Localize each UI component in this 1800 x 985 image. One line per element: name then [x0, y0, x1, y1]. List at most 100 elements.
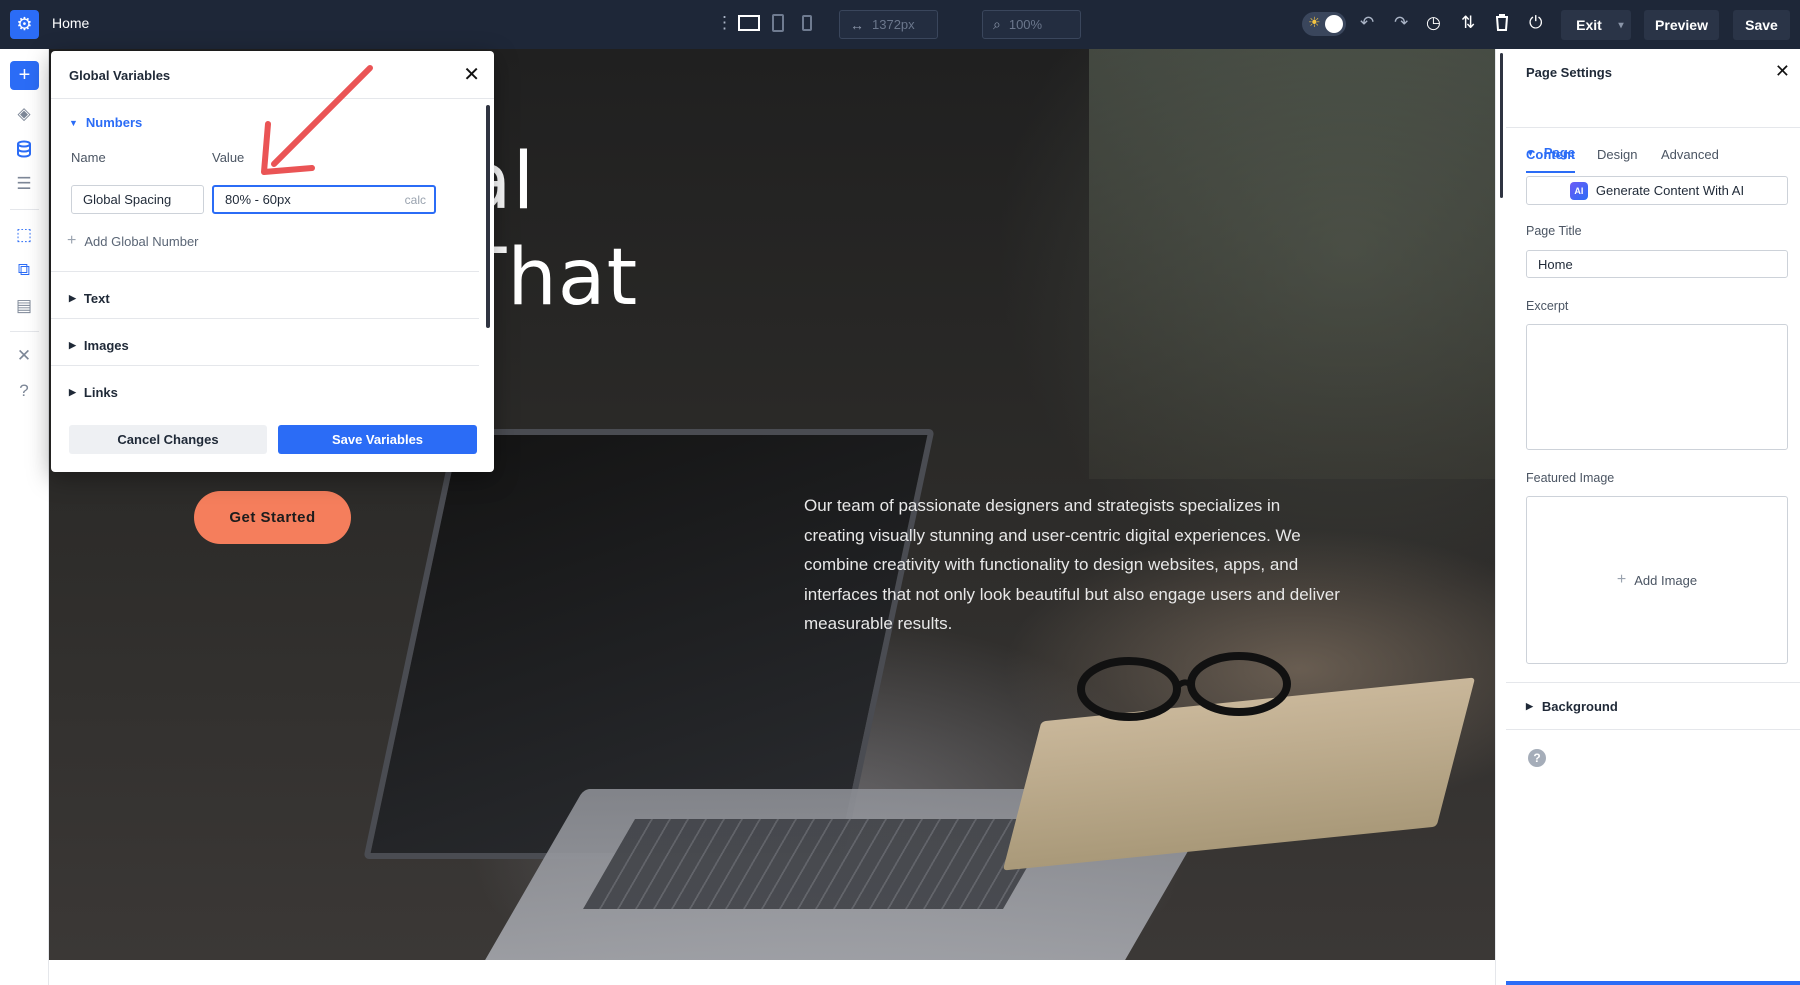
tabs-divider	[1506, 127, 1800, 128]
caret-right-icon: ▶	[69, 387, 76, 397]
add-element-button[interactable]: +	[10, 61, 39, 90]
excerpt-textarea[interactable]	[1526, 324, 1788, 450]
tab-design[interactable]: Design	[1597, 147, 1637, 173]
hero-description: Our team of passionate designers and str…	[804, 496, 1340, 633]
page-name: Home	[52, 15, 90, 31]
add-image-dropzone[interactable]: + Add Image	[1526, 496, 1788, 664]
canvas-width-value: 1372px	[872, 17, 915, 32]
undo-icon[interactable]: ↶	[1360, 13, 1374, 33]
settings-gear-icon[interactable]: ⚙	[10, 10, 39, 39]
glasses-image	[1077, 652, 1291, 721]
power-icon[interactable]: ⏻	[1529, 13, 1542, 33]
section-divider	[51, 365, 479, 366]
variable-value-text: 80% - 60px	[225, 192, 291, 207]
section-divider	[51, 318, 479, 319]
background-window	[1089, 49, 1495, 479]
get-started-button[interactable]: Get Started	[194, 491, 351, 544]
section-numbers-label: Numbers	[85, 115, 143, 130]
trash-icon[interactable]	[1494, 13, 1510, 36]
sun-icon: ☀	[1308, 14, 1321, 30]
caret-down-icon: ▼	[69, 117, 78, 128]
generate-content-ai-button[interactable]: AI Generate Content With AI	[1526, 176, 1788, 205]
toggle-knob	[1325, 15, 1343, 33]
close-icon[interactable]: ✕	[463, 62, 480, 87]
section-text-label: Text	[83, 291, 110, 306]
section-background[interactable]: ▶ Background	[1526, 699, 1618, 714]
section-images-label: Images	[83, 338, 129, 353]
page-settings-panel: Page Settings ✕ Content Design Advanced …	[1495, 49, 1800, 985]
section-images[interactable]: ▶ Images	[69, 338, 129, 353]
more-vertical-icon[interactable]: ⋮	[716, 13, 733, 33]
panel-bottom-bar	[1506, 981, 1800, 985]
database-icon[interactable]	[12, 137, 36, 161]
section-background-label: Background	[1541, 699, 1618, 714]
plus-icon: +	[67, 232, 77, 249]
help-question-icon[interactable]: ?	[12, 379, 36, 403]
section-divider	[51, 271, 479, 272]
help-icon[interactable]: ?	[1528, 749, 1546, 767]
section-links-label: Links	[83, 385, 118, 400]
caret-right-icon: ▶	[69, 340, 76, 350]
plus-icon: +	[1616, 571, 1627, 588]
tablet-view-icon[interactable]	[771, 14, 785, 37]
global-variables-modal: Global Variables ✕ ▼ Numbers Name Value …	[51, 51, 494, 472]
section-numbers[interactable]: ▼ Numbers	[69, 115, 142, 130]
phone-view-icon[interactable]	[801, 14, 813, 37]
width-arrows-icon: ↔	[850, 16, 864, 33]
section-text[interactable]: ▶ Text	[69, 291, 110, 306]
page-layout-icon[interactable]: ▤	[12, 294, 36, 318]
search-icon: ⌕	[993, 16, 1001, 32]
tab-advanced[interactable]: Advanced	[1661, 147, 1719, 173]
save-button[interactable]: Save	[1733, 10, 1790, 40]
section-divider	[1506, 682, 1800, 683]
close-icon[interactable]: ✕	[1775, 61, 1790, 82]
redo-icon[interactable]: ↷	[1394, 13, 1408, 33]
exit-dropdown-chevron-icon[interactable]: ▾	[1611, 10, 1631, 40]
section-links[interactable]: ▶ Links	[69, 385, 118, 400]
section-divider	[1506, 729, 1800, 730]
page-title-input[interactable]: Home	[1526, 250, 1788, 278]
multi-select-icon[interactable]: ⧉	[12, 258, 36, 282]
add-global-number-button[interactable]: + Add Global Number	[67, 232, 199, 250]
zoom-value: 100%	[1008, 17, 1043, 32]
page-title-label: Page Title	[1526, 224, 1582, 238]
featured-image-label: Featured Image	[1526, 471, 1615, 485]
preview-button[interactable]: Preview	[1644, 10, 1719, 40]
caret-right-icon: ▶	[1526, 701, 1533, 711]
canvas-width-field[interactable]: ↔ 1372px	[839, 10, 938, 39]
top-toolbar: ⚙ Home ⋮ ↔ 1372px ⌕ 100% ☀ ↶ ↷ ◷ ⇅ ⏻ Exi…	[0, 0, 1800, 49]
panel-title: Page Settings	[1526, 65, 1612, 80]
value-column-label: Value	[212, 150, 245, 165]
keyboard-image	[583, 819, 1055, 909]
name-column-label: Name	[71, 150, 106, 165]
variable-value-input[interactable]: 80% - 60px calc	[212, 185, 436, 214]
cancel-changes-button[interactable]: Cancel Changes	[69, 425, 267, 454]
history-icon[interactable]: ◷	[1426, 13, 1441, 33]
save-variables-button[interactable]: Save Variables	[278, 425, 477, 454]
zoom-field[interactable]: ⌕ 100%	[982, 10, 1081, 39]
caret-right-icon: ▶	[69, 293, 76, 303]
excerpt-label: Excerpt	[1526, 299, 1569, 313]
list-settings-icon[interactable]: ☰	[12, 172, 36, 196]
variable-name-input[interactable]: Global Spacing	[71, 185, 204, 214]
section-page-label: Page	[1543, 145, 1575, 160]
calc-unit-label: calc	[404, 193, 426, 207]
sort-arrows-icon[interactable]: ⇅	[1461, 13, 1475, 33]
desktop-view-icon[interactable]	[738, 14, 760, 37]
modal-scrollbar[interactable]	[486, 105, 490, 328]
add-global-number-label: Add Global Number	[84, 233, 199, 249]
ai-icon: AI	[1569, 181, 1588, 200]
section-page[interactable]: ▼ Page	[1526, 145, 1575, 160]
select-element-icon[interactable]: ⬚	[12, 223, 36, 247]
canvas-footer-strip	[49, 960, 1495, 985]
exit-button[interactable]: Exit	[1561, 10, 1617, 40]
rail-divider	[10, 209, 39, 210]
modal-header: Global Variables ✕	[51, 51, 494, 99]
theme-toggle[interactable]: ☀	[1302, 12, 1346, 36]
panel-tabs: Content Design Advanced	[1496, 87, 1800, 177]
layers-icon[interactable]: ◈	[12, 102, 36, 126]
tools-icon[interactable]: ✕	[12, 344, 36, 368]
rail-divider	[10, 331, 39, 332]
add-image-label: Add Image	[1634, 572, 1698, 588]
left-icon-rail: + ◈ ☰ ⬚ ⧉ ▤ ✕ ?	[0, 49, 49, 985]
